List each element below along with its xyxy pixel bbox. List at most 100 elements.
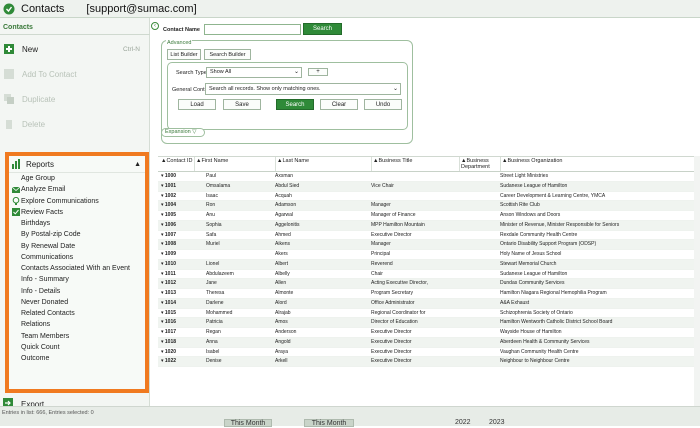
report-item-contacts-associated-with-event[interactable]: Contacts Associated With an Event bbox=[9, 263, 145, 274]
add-to-contact-button[interactable]: Add To Contact bbox=[2, 65, 148, 83]
table-cell: Vice Chair bbox=[371, 182, 394, 189]
search-type-select[interactable]: Show All ⌄ bbox=[206, 67, 302, 78]
table-row[interactable]: ▾ 1012 Jane Allen Acting Executive Director… bbox=[158, 279, 700, 289]
general-control-select[interactable]: Search all records. Show only matching o… bbox=[205, 83, 401, 95]
table-cell: Holy Name of Jesus School bbox=[500, 251, 562, 257]
table-cell: Executive Director bbox=[371, 338, 412, 345]
report-item-outcome[interactable]: Outcome bbox=[9, 353, 145, 364]
table-cell: Street Light Ministries bbox=[500, 173, 549, 179]
table-cell: Araya bbox=[275, 348, 289, 355]
report-item-analyze-email[interactable]: Analyze Email bbox=[9, 184, 145, 195]
table-row[interactable]: ▾ 1008 Muriel Aikens Manager Ontario Disabil… bbox=[158, 240, 700, 250]
table-row[interactable]: ▾ 1006 Sophia Aggelonitis MPP Hamilton Moun… bbox=[158, 220, 700, 231]
table-cell: Hamilton Wentworth Catholic District Sch… bbox=[500, 319, 613, 326]
table-row[interactable]: ▾ 1018 Anna Angold Executive Director Aberde… bbox=[158, 337, 700, 348]
report-item-quick-count[interactable]: Quick Count bbox=[9, 342, 145, 353]
vertical-scrollbar[interactable] bbox=[694, 156, 700, 406]
lightbulb-icon bbox=[12, 197, 20, 206]
table-row[interactable]: ▾ 1001 Omsalama Abdul Sied Vice Chair Sudane… bbox=[158, 181, 700, 192]
table-cell: Reverend bbox=[371, 260, 393, 267]
table-row[interactable]: ▾ 1005 Anu Agarwal Manager of Finance Anson … bbox=[158, 211, 700, 221]
contact-name-input[interactable] bbox=[204, 24, 301, 35]
table-cell: Omsalama bbox=[206, 182, 231, 189]
table-row[interactable]: ▾ 1002 Isaac Acquah Career Development & Le… bbox=[158, 192, 700, 202]
column-header-business-organization[interactable]: ▲Business Organization bbox=[500, 157, 693, 171]
column-header-business-title[interactable]: ▲Business Title bbox=[371, 157, 458, 171]
report-item-team-members[interactable]: Team Members bbox=[9, 331, 145, 342]
table-row[interactable]: ▾ 1007 Safa Ahmed Executive Director Rexdale… bbox=[158, 231, 700, 241]
report-item-relations[interactable]: Relations bbox=[9, 319, 145, 330]
tab-search-builder[interactable]: Search Builder bbox=[204, 49, 251, 60]
divider bbox=[0, 34, 150, 35]
grid-body: ▾ 1000 Paul Axsman Street Light Ministries ▾… bbox=[158, 172, 700, 367]
clear-button[interactable]: Clear bbox=[320, 99, 358, 110]
column-header-first-name[interactable]: ▲First Name bbox=[194, 157, 274, 171]
table-cell: Alrajab bbox=[275, 309, 291, 316]
table-cell: Abdulazeem bbox=[206, 270, 234, 277]
table-cell: Career Development & Learning Centre, YM… bbox=[500, 192, 606, 199]
report-item-communications[interactable]: Communications bbox=[9, 252, 145, 263]
report-item-never-donated[interactable]: Never Donated bbox=[9, 297, 145, 308]
report-item-info-summary[interactable]: Info - Summary bbox=[9, 274, 145, 285]
table-row[interactable]: ▾ 1000 Paul Axsman Street Light Ministries bbox=[158, 172, 700, 182]
table-cell: Acting Executive Director, bbox=[371, 280, 428, 287]
table-cell: Albert bbox=[275, 260, 289, 267]
table-cell: Axsman bbox=[275, 173, 294, 179]
table-cell: Safa bbox=[206, 231, 217, 238]
table-cell: Executive Director bbox=[371, 348, 412, 355]
report-item-age-group[interactable]: Age Group bbox=[9, 173, 145, 184]
table-cell: Aggelonitis bbox=[275, 221, 300, 228]
save-button[interactable]: Save bbox=[223, 99, 261, 110]
table-cell: Vaughan Community Health Centre bbox=[500, 348, 579, 355]
table-row[interactable]: ▾ 1009 Akers Principal Holy Name of Jesus S… bbox=[158, 250, 700, 260]
table-cell: Neighbour to Neighbour Centre bbox=[500, 358, 570, 365]
report-item-review-facts[interactable]: Review Facts bbox=[9, 207, 145, 218]
table-row[interactable]: ▾ 1016 Patricia Amos Director of Education H… bbox=[158, 318, 700, 328]
report-item-birthdays[interactable]: Birthdays bbox=[9, 218, 145, 229]
expansion-toggle[interactable]: Expansion ▽ bbox=[161, 128, 205, 137]
duplicate-button[interactable]: Duplicate bbox=[2, 90, 148, 108]
chevron-down-icon: ⌄ bbox=[392, 86, 398, 92]
new-shortcut: Ctrl-N bbox=[123, 45, 140, 53]
report-item-explore-communications[interactable]: Explore Communications bbox=[9, 196, 145, 207]
table-row[interactable]: ▾ 1013 Theresa Almonte Program Secretary Ham… bbox=[158, 289, 700, 299]
table-cell: ▾ 1009 bbox=[161, 251, 177, 257]
report-item-info-details[interactable]: Info - Details bbox=[9, 286, 145, 297]
column-header-business-department[interactable]: ▲Business Department bbox=[459, 157, 499, 171]
collapse-search-icon[interactable]: ‹ bbox=[151, 22, 159, 30]
search-button[interactable]: Search bbox=[276, 99, 314, 110]
table-row[interactable]: ▾ 1010 Lionel Albert Reverend Stewart Memori… bbox=[158, 259, 700, 270]
table-row[interactable]: ▾ 1014 Darlene Alord Office Administrator A&… bbox=[158, 298, 700, 309]
table-row[interactable]: ▾ 1004 Ron Adamson Manager Scottish Rite Clu… bbox=[158, 201, 700, 211]
report-item-by-renewal-date[interactable]: By Renewal Date bbox=[9, 241, 145, 252]
table-cell: Manager bbox=[371, 202, 391, 209]
table-row[interactable]: ▾ 1015 Mohammed Alrajab Regional Coordinato… bbox=[158, 309, 700, 319]
delete-button[interactable]: Delete bbox=[2, 115, 148, 133]
undo-button[interactable]: Undo bbox=[364, 99, 402, 110]
report-item-by-postal-zip-code[interactable]: By Postal-zip Code bbox=[9, 229, 145, 240]
tab-list-builder[interactable]: List Builder bbox=[167, 49, 201, 60]
table-row[interactable]: ▾ 1020 Isabel Araya Executive Director Vaugh… bbox=[158, 348, 700, 358]
table-cell: Ron bbox=[206, 202, 216, 209]
report-item-related-contacts[interactable]: Related Contacts bbox=[9, 308, 145, 319]
table-cell: Scottish Rite Club bbox=[500, 202, 540, 209]
advanced-label[interactable]: Advanced bbox=[166, 40, 193, 46]
table-row[interactable]: ▾ 1022 Denise Arkell Executive Director Neig… bbox=[158, 357, 700, 367]
load-button[interactable]: Load bbox=[178, 99, 216, 110]
delete-icon bbox=[2, 117, 16, 131]
new-button[interactable]: New Ctrl-N bbox=[2, 40, 148, 58]
contact-name-search-button[interactable]: Search bbox=[303, 23, 342, 35]
year-label-2022: 2022 bbox=[455, 419, 471, 426]
reports-header[interactable]: Reports ▲ bbox=[9, 156, 145, 173]
table-cell: Manager of Finance bbox=[371, 212, 416, 218]
reports-label: Reports bbox=[26, 159, 55, 169]
table-cell: Akers bbox=[275, 251, 288, 257]
column-header-last-name[interactable]: ▲Last Name bbox=[275, 157, 370, 171]
table-row[interactable]: ▾ 1011 Abdulazeem Albelly Chair Sudanese Lea… bbox=[158, 270, 700, 280]
add-criteria-button[interactable]: + bbox=[308, 68, 328, 76]
table-cell: Aikens bbox=[275, 241, 291, 248]
table-row[interactable]: ▾ 1017 Regan Anderson Executive Director Way… bbox=[158, 328, 700, 338]
column-header-contact-id[interactable]: ▲Contact ID bbox=[161, 158, 193, 164]
table-cell: Anu bbox=[206, 212, 215, 218]
table-cell: Anson Windows and Doors bbox=[500, 212, 561, 218]
